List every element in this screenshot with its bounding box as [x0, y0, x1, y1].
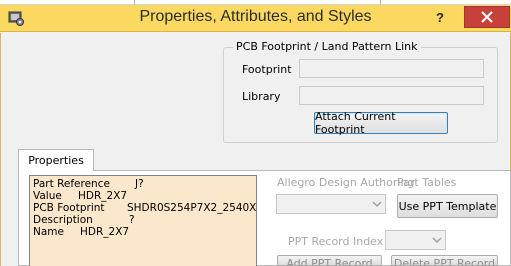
- part-table-dropdown[interactable]: [276, 194, 386, 214]
- ppt-record-index-dropdown[interactable]: [385, 230, 446, 250]
- ppt-record-index-label: PPT Record Index: [288, 235, 384, 248]
- property-value: J?: [135, 178, 144, 190]
- chevron-down-icon: [372, 201, 382, 208]
- property-name: Value: [33, 190, 62, 202]
- close-icon: [481, 11, 493, 23]
- chevron-down-icon: [432, 237, 442, 244]
- pcb-footprint-group-title: PCB Footprint / Land Pattern Link: [233, 40, 421, 53]
- property-row[interactable]: PCB Footprint SHDR0S254P7X2_2540X5: [33, 202, 256, 214]
- property-row[interactable]: Description ?: [33, 214, 256, 226]
- property-value: HDR_2X7: [78, 190, 128, 202]
- property-name: PCB Footprint: [33, 202, 105, 214]
- footprint-field[interactable]: [299, 59, 484, 78]
- add-ppt-record-button[interactable]: Add PPT Record: [277, 255, 382, 266]
- property-value: SHDR0S254P7X2_2540X5: [127, 202, 257, 214]
- property-row[interactable]: Value HDR_2X7: [33, 190, 256, 202]
- use-ppt-template-button[interactable]: Use PPT Template: [397, 194, 498, 218]
- property-value: HDR_2X7: [80, 226, 130, 238]
- property-name: Part Reference: [33, 178, 110, 190]
- part-tables-label: Part Tables: [397, 176, 457, 189]
- tab-properties[interactable]: Properties: [18, 149, 94, 171]
- library-label: Library: [242, 90, 281, 103]
- attach-current-footprint-button[interactable]: Attach Current Footprint: [314, 110, 448, 136]
- property-value: ?: [129, 214, 135, 226]
- close-button[interactable]: [464, 6, 510, 28]
- footprint-label: Footprint: [242, 63, 292, 76]
- property-name: Description: [33, 214, 93, 226]
- property-row[interactable]: Part Reference J?: [33, 178, 256, 190]
- help-button[interactable]: ?: [436, 10, 450, 26]
- window-title: Properties, Attributes, and Styles: [139, 8, 372, 25]
- properties-list[interactable]: Part Reference J? Value HDR_2X7 PCB Foot…: [29, 175, 257, 266]
- property-name: Name: [33, 226, 64, 238]
- allegro-section-title: Allegro Design Authoring: [277, 176, 415, 189]
- delete-ppt-record-button[interactable]: Delete PPT Record: [391, 255, 498, 266]
- library-field[interactable]: [299, 86, 484, 105]
- property-row[interactable]: Name HDR_2X7: [33, 226, 256, 238]
